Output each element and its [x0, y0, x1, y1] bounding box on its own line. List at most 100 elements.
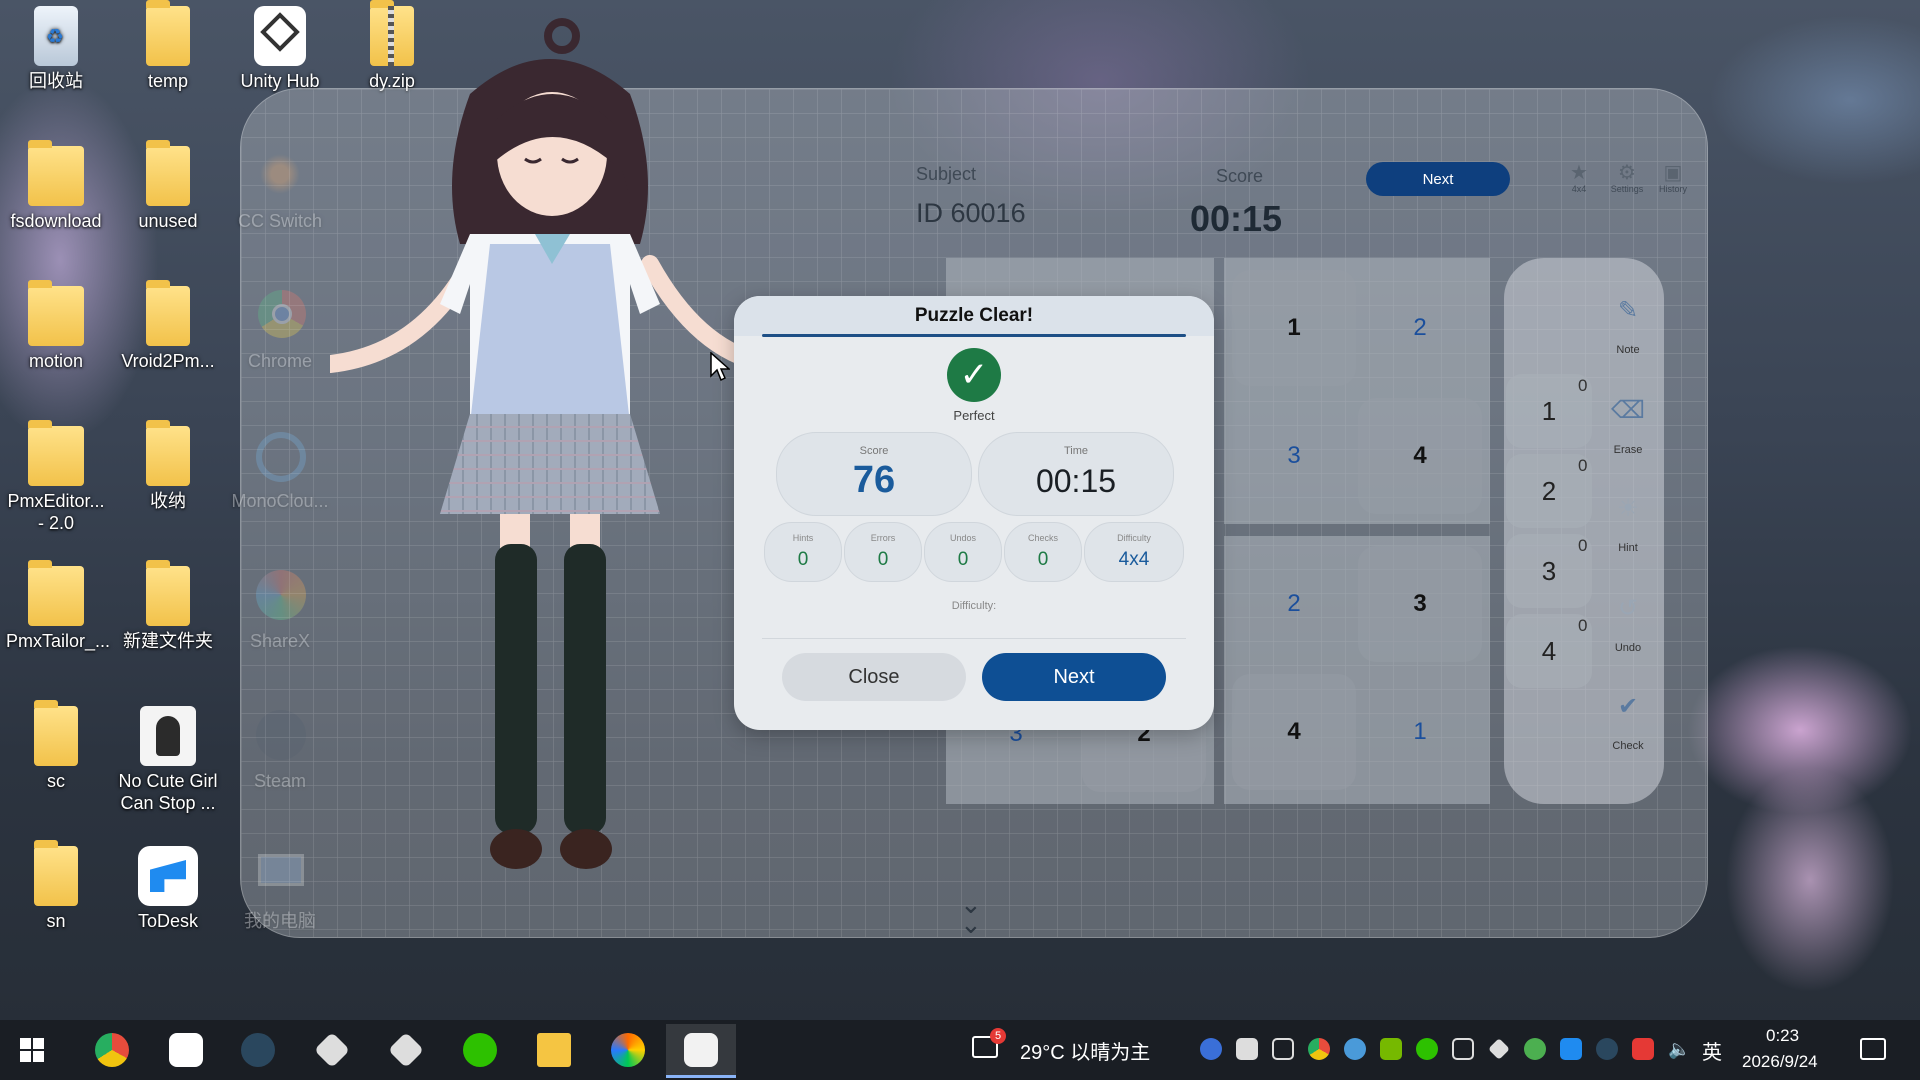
undo-button[interactable]: ↺ Undo	[1598, 594, 1658, 654]
close-button[interactable]: Close	[782, 653, 966, 701]
stat-caption: Undos	[949, 533, 976, 543]
stat-value: 4x4	[1118, 549, 1150, 570]
desktop-icon-shouna[interactable]: 收纳	[118, 420, 218, 512]
desktop-icon-fsdownload[interactable]: fsdownload	[6, 140, 106, 232]
desktop-icon-recycle-bin[interactable]: ♻ 回收站	[6, 6, 106, 92]
board-cell[interactable]: 3	[1232, 398, 1356, 514]
history-icon: ▣	[1663, 162, 1683, 184]
board-cell[interactable]: 4	[1232, 674, 1356, 790]
number-count: 0	[1578, 536, 1588, 555]
desktop-icon-unused[interactable]: unused	[118, 140, 218, 232]
note-button[interactable]: ✎ Note	[1598, 296, 1658, 356]
taskbar-app-browser[interactable]	[598, 1026, 658, 1074]
desktop-icon-label: PmxEditor... - 2.0	[7, 491, 105, 533]
time-caption: Time	[1063, 445, 1089, 457]
desktop-icon-no-cute-girl[interactable]: No Cute Girl Can Stop ...	[118, 706, 218, 814]
chrome-icon	[95, 1033, 129, 1067]
tray-app-icon[interactable]	[1200, 1038, 1222, 1060]
desktop-icon-label: 新建文件夹	[123, 631, 213, 651]
character-model	[330, 18, 779, 869]
desktop-icon-pmxeditor[interactable]: PmxEditor... - 2.0	[6, 420, 106, 534]
windows-icon	[20, 1038, 44, 1062]
board-cell[interactable]: 2	[1232, 546, 1356, 662]
taskbar-app-chrome[interactable]	[82, 1026, 142, 1074]
desktop-icon-temp[interactable]: temp	[118, 0, 218, 92]
undo-label: Undo	[1614, 642, 1642, 654]
stat-errors: Errors 0	[844, 522, 922, 582]
next-button[interactable]: Next	[982, 653, 1166, 701]
board-cell[interactable]: 1	[1232, 270, 1356, 386]
taskbar-app-unity[interactable]	[376, 1026, 436, 1074]
eraser-icon: ⌫	[1611, 397, 1645, 424]
divider	[762, 638, 1186, 639]
recycle-bin-icon: ♻	[34, 6, 78, 66]
tray-cloud-icon[interactable]	[1344, 1038, 1366, 1060]
history-button[interactable]: ▣ History	[1648, 162, 1698, 194]
history-label: History	[1658, 184, 1687, 194]
tray-app-icon[interactable]	[1524, 1038, 1546, 1060]
timer: 00:15	[1190, 198, 1283, 239]
taskbar-app-wechat[interactable]	[450, 1026, 510, 1074]
tray-security-icon[interactable]	[1632, 1038, 1654, 1060]
tray-game-icon[interactable]	[1236, 1038, 1258, 1060]
folder-icon	[28, 280, 84, 346]
tray-steam-icon[interactable]	[1596, 1038, 1618, 1060]
start-button[interactable]	[20, 1038, 44, 1062]
settings-button[interactable]: ⚙ Settings	[1602, 162, 1652, 194]
clock-time[interactable]: 0:23	[1766, 1026, 1799, 1046]
board-cell[interactable]: 2	[1358, 270, 1482, 386]
taskbar-app-todesk[interactable]	[156, 1026, 216, 1074]
tray-nvidia-icon[interactable]	[1380, 1038, 1402, 1060]
tray-wechat-icon[interactable]	[1416, 1038, 1438, 1060]
desktop-icon-sn[interactable]: sn	[6, 840, 106, 932]
tray-network-icon[interactable]	[1452, 1038, 1474, 1060]
volume-icon[interactable]: 🔈	[1668, 1038, 1690, 1060]
ime-indicator[interactable]: 英	[1702, 1036, 1722, 1065]
chevron-down-icon[interactable]: ⌄ ⌄	[960, 891, 982, 937]
unity-icon	[387, 1031, 425, 1069]
desktop-icon-label: No Cute Girl Can Stop ...	[118, 771, 218, 813]
folder-icon	[28, 140, 84, 206]
number-count: 0	[1578, 376, 1588, 395]
board-cell[interactable]: 4	[1358, 398, 1482, 514]
clock-date[interactable]: 2026/9/24	[1742, 1052, 1818, 1072]
folder-icon	[537, 1033, 571, 1067]
desktop-icon-vroid2pmx[interactable]: Vroid2Pm...	[118, 280, 218, 372]
taskbar-app-file-explorer[interactable]	[524, 1026, 584, 1074]
tray-chrome-icon[interactable]	[1308, 1038, 1330, 1060]
desktop-icon-pmxtailor[interactable]: PmxTailor_...	[6, 560, 110, 652]
erase-button[interactable]: ⌫ Erase	[1598, 396, 1658, 456]
taskbar-app-steam[interactable]	[228, 1026, 288, 1074]
desktop-icon-unity-hub[interactable]: Unity Hub	[230, 6, 330, 92]
desktop-icon-new-folder[interactable]: 新建文件夹	[118, 560, 218, 652]
wechat-icon	[463, 1033, 497, 1067]
desktop-icon-sc[interactable]: sc	[6, 700, 106, 792]
desktop-icon-todesk[interactable]: ToDesk	[118, 846, 218, 932]
note-label: Note	[1616, 344, 1640, 356]
subject-id: ID 60016	[916, 198, 1026, 228]
puzzle-clear-dialog: Puzzle Clear! ✓ Perfect Score 76 Time 00…	[734, 296, 1214, 730]
tray-camera-icon[interactable]	[1272, 1038, 1294, 1060]
check-button[interactable]: ✔ Check	[1598, 692, 1658, 752]
folder-icon	[146, 420, 190, 486]
difficulty-label: 4x4	[1571, 184, 1587, 194]
board-cell[interactable]: 3	[1358, 546, 1482, 662]
desktop-icon-motion[interactable]: motion	[6, 280, 106, 372]
dialog-title: Puzzle Clear!	[734, 296, 1214, 336]
difficulty-button[interactable]: ★ 4x4	[1554, 162, 1604, 194]
mouse-cursor-icon	[710, 352, 730, 382]
steam-icon	[241, 1033, 275, 1067]
hint-button[interactable]: ☀ Hint	[1598, 494, 1658, 554]
taskbar-app-game[interactable]	[666, 1024, 736, 1078]
game-icon	[140, 706, 196, 766]
taskbar-app-unity-hub[interactable]	[302, 1026, 362, 1074]
tray-todesk-icon[interactable]	[1560, 1038, 1582, 1060]
todesk-icon	[169, 1033, 203, 1067]
board-cell[interactable]: 1	[1358, 674, 1482, 790]
browser-icon	[611, 1033, 645, 1067]
next-button-top[interactable]: Next	[1366, 162, 1510, 196]
hint-label: Hint	[1618, 542, 1638, 554]
notification-icon[interactable]	[1860, 1038, 1886, 1060]
number-count: 0	[1578, 616, 1588, 635]
stat-caption: Difficulty	[1117, 533, 1151, 543]
